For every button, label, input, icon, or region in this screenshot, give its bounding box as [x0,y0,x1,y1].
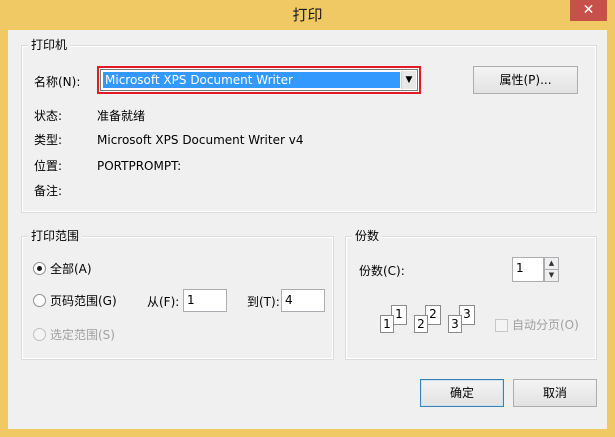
from-page-input[interactable]: 1 [183,289,227,312]
printer-name-label: 名称(N): [34,75,81,89]
range-selection-radio [33,328,46,341]
window-title: 打印 [292,6,323,24]
chevron-down-icon: ▼ [548,271,555,279]
cancel-button[interactable]: 取消 [513,379,597,407]
print-range-legend: 打印范围 [28,229,83,243]
to-page-input[interactable]: 4 [281,289,325,312]
dialog-body: 打印机 名称(N): Microsoft XPS Document Writer… [8,30,607,429]
ok-button[interactable]: 确定 [420,379,504,407]
type-value: Microsoft XPS Document Writer v4 [97,133,304,147]
status-value: 准备就绪 [97,109,146,123]
from-label: 从(F): [147,295,180,309]
type-label: 类型: [34,133,63,147]
chevron-up-icon: ▲ [548,259,555,267]
copies-legend: 份数 [352,229,383,243]
close-button[interactable]: ✕ [570,0,607,21]
printer-name-select[interactable]: Microsoft XPS Document Writer ▼ [97,66,421,94]
range-selection-label: 选定范围(S) [50,328,115,342]
printer-group: 打印机 名称(N): Microsoft XPS Document Writer… [21,38,597,213]
print-range-group: 打印范围 全部(A) 页码范围(G) 从(F): 1 到(T): 4 选定范围(… [21,229,334,360]
where-label: 位置: [34,159,63,173]
range-all-label[interactable]: 全部(A) [50,261,92,277]
where-value: PORTPROMPT: [97,159,182,173]
copies-input[interactable]: 1 [512,257,544,282]
comment-label: 备注: [34,184,63,198]
printer-group-legend: 打印机 [28,38,71,52]
chevron-down-icon[interactable]: ▼ [401,71,416,89]
range-all-radio[interactable] [33,262,46,275]
to-label: 到(T): [247,295,280,309]
collate-page-front-2: 2 [414,315,428,333]
range-pages-label[interactable]: 页码范围(G) [50,293,117,309]
copies-down-button[interactable]: ▼ [544,269,559,282]
range-pages-radio[interactable] [33,294,46,307]
printer-name-value: Microsoft XPS Document Writer [102,71,401,89]
copies-group: 份数 份数(C): 1 ▲ ▼ 1 1 2 2 3 3 自动分页(O) [345,229,597,360]
collate-page-front-3: 3 [448,315,462,333]
collate-checkbox [495,319,508,332]
title-bar[interactable]: 打印 ✕ [0,0,615,30]
collate-page-front-1: 1 [380,315,394,333]
properties-button[interactable]: 属性(P)... [473,66,578,94]
printer-name-select-inner: Microsoft XPS Document Writer ▼ [100,69,418,91]
collate-label: 自动分页(O) [512,318,579,332]
close-icon: ✕ [582,2,595,18]
status-label: 状态: [34,109,63,123]
copies-label: 份数(C): [359,264,405,278]
